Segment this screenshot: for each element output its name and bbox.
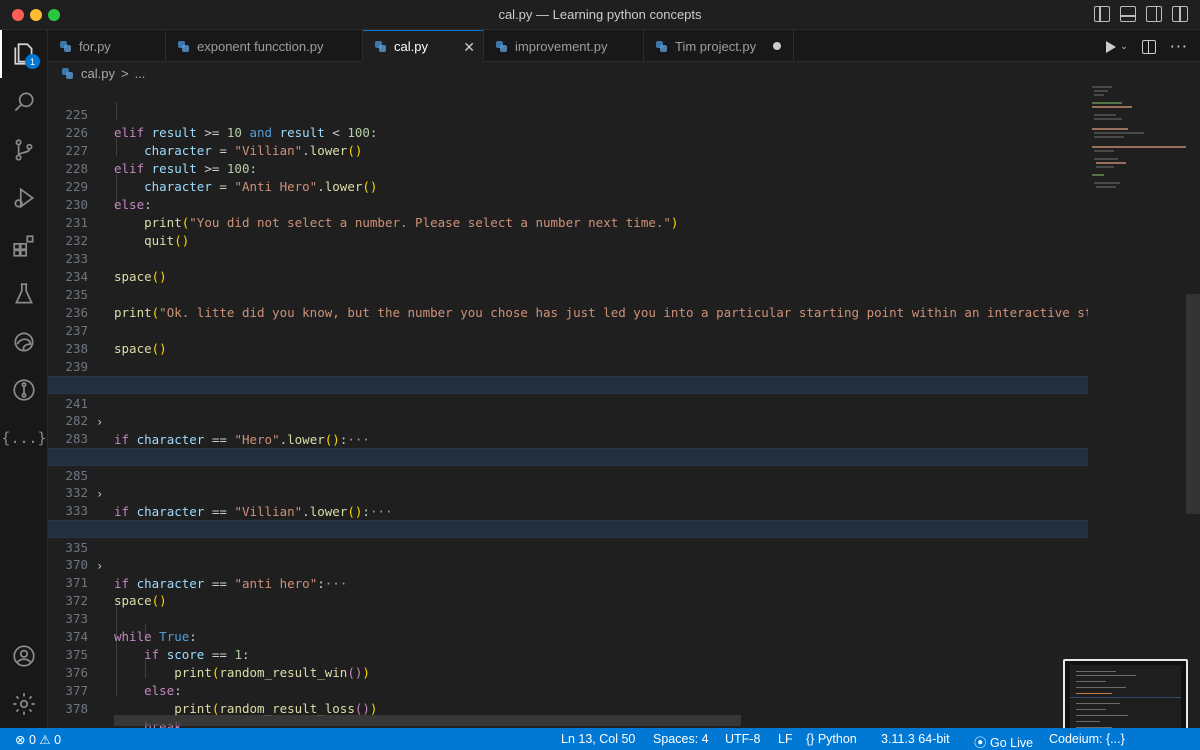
title-bar: cal.py — Learning python concepts	[0, 0, 1200, 30]
python-file-icon	[496, 40, 507, 52]
customize-layout-icon[interactable]	[1172, 6, 1188, 22]
error-icon: ⊗	[15, 733, 26, 747]
tab-for-py[interactable]: for.py	[48, 30, 166, 62]
editor-tabs: for.py exponent funcction.py cal.py ✕ im…	[48, 30, 1200, 62]
breadcrumb-separator: >	[120, 65, 129, 81]
split-editor-icon[interactable]	[1141, 39, 1156, 54]
python-file-icon	[656, 40, 667, 52]
code-line: 237 space()	[65, 323, 167, 356]
run-dropdown-chevron-icon[interactable]: ⌄	[1120, 42, 1128, 52]
code-line: 227 elif result >= 100:	[65, 143, 258, 176]
testing-icon[interactable]	[0, 270, 48, 318]
code-line: 239 #Hero Scenario	[65, 359, 219, 392]
git-graph-icon[interactable]	[0, 366, 48, 414]
language-mode[interactable]: {} Python	[806, 732, 857, 746]
code-line: 240	[48, 358, 1088, 392]
status-bar: ⊗ 0 ⚠ 0 Ln 13, Col 50 Spaces: 4 UTF-8 LF…	[0, 728, 1200, 750]
code-line: 375 print(random_result_win())	[65, 647, 370, 680]
python-file-icon	[62, 67, 73, 79]
accounts-icon[interactable]	[0, 632, 48, 680]
code-line: 374 if score == 1:	[65, 629, 250, 662]
tab-tim-project-py[interactable]: Tim project.py	[644, 30, 794, 62]
layout-controls	[1094, 6, 1188, 22]
code-line: 373 while True:	[65, 611, 197, 644]
tab-cal-py[interactable]: cal.py ✕	[363, 30, 484, 62]
line-ending-setting[interactable]: LF	[778, 732, 793, 746]
source-control-icon[interactable]	[0, 126, 48, 174]
search-icon[interactable]	[0, 78, 48, 126]
breadcrumb-symbols[interactable]: ...	[135, 66, 146, 81]
folded-code-line[interactable]: 285 › if character == "Villian".lower():…	[48, 448, 1088, 519]
explorer-badge: 1	[25, 54, 40, 69]
code-line: 232	[65, 233, 88, 248]
manage-gear-icon[interactable]	[0, 680, 48, 728]
code-line: 228 character = "Anti Hero".lower()	[65, 161, 378, 194]
run-and-debug-icon[interactable]	[0, 174, 48, 222]
code-line: 231 quit()	[65, 215, 190, 248]
problems-indicator[interactable]: ⊗ 0 ⚠ 0	[15, 732, 61, 747]
braces-icon: {}	[806, 732, 815, 746]
code-line: 284	[48, 430, 1088, 464]
close-tab-icon[interactable]: ✕	[463, 39, 475, 56]
code-line: 225 elif result >= 10 and result < 100:	[65, 107, 378, 140]
code-line: 334	[48, 502, 1088, 536]
folded-code-line[interactable]: 335 › if character == "anti hero":···	[48, 520, 1088, 591]
explorer-icon[interactable]: 1	[0, 30, 48, 78]
activity-bar: 1 {...}	[0, 30, 48, 728]
cursor-position[interactable]: Ln 13, Col 50	[561, 732, 635, 746]
editor-actions: ⌄ ···	[1106, 37, 1188, 56]
python-file-icon	[60, 40, 71, 52]
code-line: 371 space()	[65, 575, 167, 608]
window-title: cal.py — Learning python concepts	[498, 7, 702, 22]
run-python-file-icon[interactable]	[1106, 40, 1117, 53]
vertical-scrollbar[interactable]	[1186, 84, 1200, 728]
code-line: 233 space()	[65, 251, 167, 284]
toggle-primary-sidebar-icon[interactable]	[1094, 6, 1110, 22]
code-line: 283 #Villian Scenario	[65, 431, 242, 464]
more-actions-icon[interactable]: ···	[1170, 37, 1188, 56]
code-line: 372	[65, 593, 88, 608]
go-live-button[interactable]: ⦿ Go Live	[974, 732, 1033, 750]
code-line: 377 print(random_result_loss())	[65, 683, 378, 716]
code-line: 370	[65, 557, 88, 572]
encoding-setting[interactable]: UTF-8	[725, 732, 760, 746]
code-line: 376 else:	[65, 665, 182, 698]
extensions-icon[interactable]	[0, 222, 48, 270]
python-file-icon	[178, 40, 189, 52]
broadcast-icon: ⦿	[974, 736, 987, 750]
code-line: 229 else:	[65, 179, 152, 212]
code-line: 333 #Anti Hero Scenario	[65, 503, 257, 536]
unsaved-dot-icon[interactable]	[773, 42, 781, 50]
code-line: 378 break	[65, 701, 181, 728]
code-line: 235 print("Ok. litte did you know, but t…	[65, 287, 1088, 320]
code-line: 282	[65, 413, 88, 428]
codeium-status[interactable]: Codeium: {...}	[1049, 732, 1125, 746]
python-file-icon	[375, 41, 386, 52]
breadcrumb: cal.py > ...	[48, 62, 1200, 84]
folded-code-line[interactable]: 241 › if character == "Hero".lower():···	[48, 376, 1088, 447]
horizontal-scrollbar[interactable]	[114, 715, 741, 726]
minimap[interactable]	[1088, 84, 1188, 664]
tab-improvement-py[interactable]: improvement.py	[484, 30, 644, 62]
python-interpreter[interactable]: 3.11.3 64-bit	[881, 732, 950, 746]
toggle-secondary-sidebar-icon[interactable]	[1146, 6, 1162, 22]
code-line: 332	[65, 485, 88, 500]
breadcrumb-file[interactable]: cal.py	[81, 66, 115, 81]
code-line: 238	[65, 341, 88, 356]
json-extension-icon[interactable]: {...}	[0, 414, 48, 462]
code-line: 236	[65, 305, 88, 320]
toggle-panel-icon[interactable]	[1120, 6, 1136, 22]
code-line: 234	[65, 269, 88, 284]
window-preview-thumbnail[interactable]	[1063, 659, 1188, 739]
warning-icon: ⚠	[39, 733, 51, 747]
tab-exponent-function-py[interactable]: exponent funcction.py	[166, 30, 363, 62]
indentation-setting[interactable]: Spaces: 4	[653, 732, 709, 746]
edge-browser-icon[interactable]	[0, 318, 48, 366]
code-editor[interactable]: 225 elif result >= 10 and result < 100: …	[48, 84, 1088, 728]
scrollbar-thumb[interactable]	[1186, 294, 1200, 514]
code-line: 230 print("You did not select a number. …	[65, 197, 679, 230]
code-line: 226 character = "Villian".lower()	[65, 125, 363, 158]
